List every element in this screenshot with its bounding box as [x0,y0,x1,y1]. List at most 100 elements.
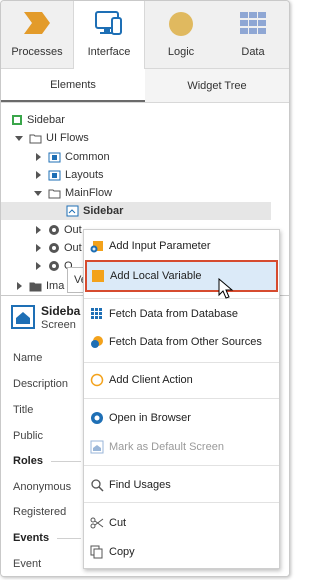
prop-public-label: Public [13,430,43,442]
expand-arrow-icon [17,282,22,290]
module-icon [12,115,22,125]
folder-icon [29,282,42,291]
menu-label: Cut [109,517,127,529]
tree-item-out-2[interactable]: Out [34,239,82,257]
folder-icon [29,134,42,143]
tree-item-layouts[interactable]: Layouts [34,166,104,184]
gear-icon [49,225,59,235]
data-grid-icon [240,12,266,34]
divider [51,461,81,462]
tab-interface[interactable]: Interface [73,1,145,69]
menu-cut[interactable]: Cut [84,511,279,535]
tree-label-ui-flows: UI Flows [46,132,89,144]
tab-logic[interactable]: Logic [145,1,217,69]
menu-separator [84,465,279,466]
menu-separator [84,362,279,363]
menu-label: Open in Browser [109,412,191,424]
menu-add-local-variable[interactable]: Add Local Variable [85,260,278,292]
aggregate-grid-icon [91,308,102,319]
tree-item-ui-flows[interactable]: UI Flows [15,129,89,147]
menu-label: Fetch Data from Other Sources [109,336,262,348]
divider [57,538,81,539]
prop-registered-label: Registered [13,506,67,518]
section-events: Events [13,532,50,544]
collapse-arrow-icon [15,136,23,141]
subtab-widget-tree[interactable]: Widget Tree [145,69,289,102]
tree-item-common[interactable]: Common [34,148,110,166]
tree-label-out-2: Out [64,242,82,254]
context-menu: Add Input Parameter Add Local Variable F… [83,229,280,569]
menu-separator [84,502,279,503]
prop-description-label: Description [13,378,69,390]
tree-label-images: Ima [46,280,65,292]
browser-icon [91,412,103,424]
expand-arrow-icon [36,226,41,234]
menu-open-in-browser[interactable]: Open in Browser [84,406,279,430]
tree-label-out-1: Out [64,224,82,236]
data-action-icon [91,336,103,348]
copy-icon [90,545,103,559]
menu-add-client-action[interactable]: Add Client Action [84,368,279,392]
tree-label-sidebar-screen: Sidebar [83,205,124,217]
interface-devices-icon [95,11,122,35]
section-roles: Roles [13,455,43,467]
folder-icon [48,189,61,198]
gear-icon [49,261,59,271]
flow-icon [48,152,61,162]
tree-item-mainflow[interactable]: MainFlow [34,184,112,202]
tab-interface-label: Interface [87,46,131,58]
prop-anonymous-label: Anonymous [13,481,72,493]
tree-label-sidebar: Sidebar [27,114,65,126]
menu-label: Mark as Default Screen [109,441,224,453]
search-icon [91,479,104,492]
app-panel: Processes Interface Logic Data Elements … [0,0,290,577]
input-parameter-icon [90,241,103,253]
client-action-icon [90,373,104,387]
expand-arrow-icon [36,244,41,252]
props-title: Sideba [41,304,81,318]
expand-arrow-icon [36,262,41,270]
menu-label: Copy [109,546,135,558]
expand-arrow-icon [36,153,41,161]
menu-separator [84,298,279,299]
screen-home-icon [11,305,35,329]
subtab-elements[interactable]: Elements [1,69,145,102]
expand-arrow-icon [36,171,41,179]
sub-tab-bar: Elements Widget Tree [1,69,289,103]
tab-processes-label: Processes [11,46,63,58]
mouse-cursor-icon [218,278,234,299]
gear-icon [49,243,59,253]
collapse-arrow-icon [34,191,42,196]
prop-title-label: Title [13,404,34,416]
tab-data-label: Data [241,46,265,58]
tab-logic-label: Logic [167,46,195,58]
processes-chevron-icon [24,12,50,34]
tree-label-layouts: Layouts [65,169,104,181]
scissors-icon [90,517,104,529]
menu-label: Add Input Parameter [109,240,211,252]
prop-name-label: Name [13,352,43,364]
menu-fetch-data-database[interactable]: Fetch Data from Database [84,302,279,326]
menu-label: Add Client Action [109,374,193,386]
tree-label-mainflow: MainFlow [65,187,113,199]
local-variable-icon [92,270,104,282]
logic-circle-icon [169,12,193,36]
tree-item-images[interactable]: Ima [15,277,64,295]
menu-mark-default-screen[interactable]: Mark as Default Screen [84,435,279,459]
tree-item-sidebar-module[interactable]: Sidebar [11,111,65,129]
menu-label: Fetch Data from Database [109,308,239,320]
home-screen-icon [90,440,104,454]
menu-find-usages[interactable]: Find Usages [84,473,279,497]
props-subtitle: Screen [41,319,76,331]
tab-processes[interactable]: Processes [1,1,73,69]
menu-separator [84,398,279,399]
tree-item-sidebar-screen[interactable]: Sidebar [1,202,271,220]
tree-label-common: Common [65,151,110,163]
tree-item-out-1[interactable]: Out [34,221,82,239]
menu-add-input-parameter[interactable]: Add Input Parameter [84,234,279,258]
menu-label: Add Local Variable [110,270,202,282]
menu-copy[interactable]: Copy [84,540,279,564]
menu-fetch-data-other-sources[interactable]: Fetch Data from Other Sources [84,330,279,354]
tab-data[interactable]: Data [217,1,289,69]
main-tab-bar: Processes Interface Logic Data [1,1,289,69]
